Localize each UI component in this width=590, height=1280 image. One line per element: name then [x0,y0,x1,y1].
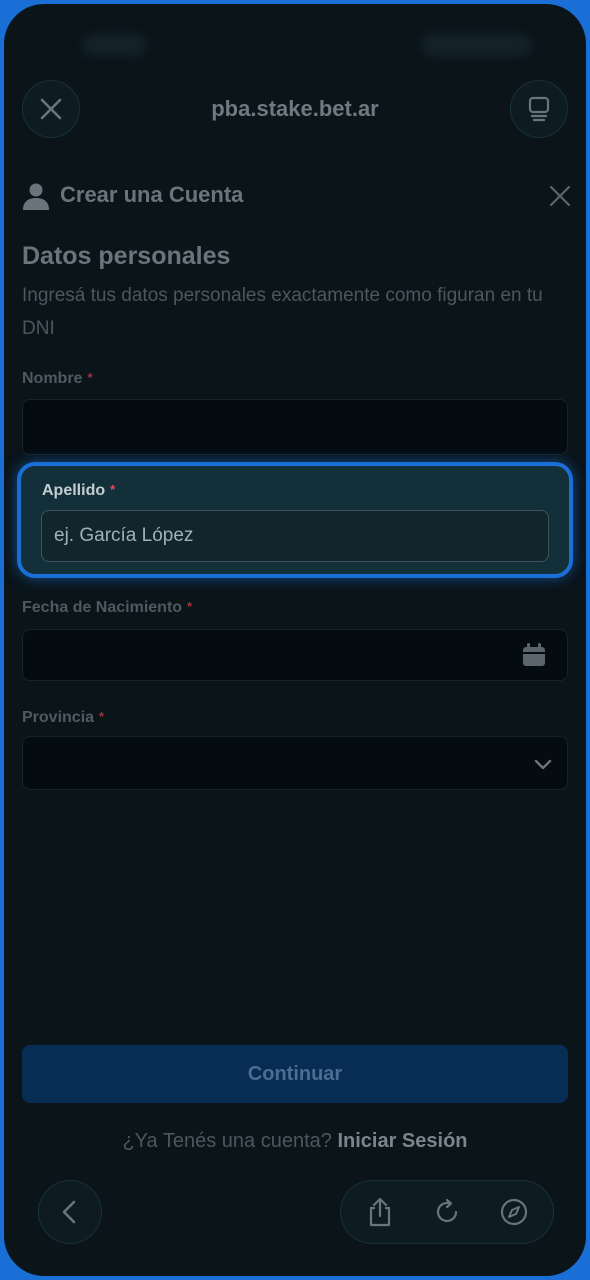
required-mark: * [110,482,116,497]
reload-icon [436,1198,458,1223]
login-link[interactable]: Iniciar Sesión [337,1130,467,1152]
close-icon [549,185,571,207]
section-description: Ingresá tus datos personales exactamente… [22,285,543,339]
required-mark: * [99,709,105,724]
section-title: Datos personales [22,242,231,270]
nombre-input[interactable] [22,399,568,455]
browser-tabs-button[interactable] [510,80,568,138]
status-icons-blur [422,34,532,56]
continue-button[interactable]: Continuar [22,1045,568,1103]
required-mark: * [187,599,193,614]
share-button[interactable] [360,1192,400,1232]
login-prompt: ¿Ya Tenés una cuenta? [122,1130,332,1152]
provincia-label: Provincia * [22,709,104,727]
compass-icon [500,1198,527,1226]
chevron-left-icon [62,1200,76,1224]
fecha-label: Fecha de Nacimiento * [22,599,192,617]
provincia-select[interactable] [22,736,568,790]
reload-button[interactable] [427,1192,467,1232]
required-mark: * [87,370,93,385]
calendar-icon[interactable] [521,642,547,668]
fecha-input[interactable] [22,629,568,681]
sheet-title: Crear una Cuenta [60,182,244,207]
apellido-placeholder: ej. García López [54,525,194,546]
status-time-blur [82,34,146,56]
compass-button[interactable] [494,1192,534,1232]
phone-screen: pba.stake.bet.ar Crear una Cuenta Datos … [4,4,586,1276]
fecha-label-text: Fecha de Nacimiento [22,599,183,616]
login-prompt-line: ¿Ya Tenés una cuenta? Iniciar Sesión [4,1130,586,1153]
back-button[interactable] [38,1180,102,1244]
apellido-label: Apellido * [42,482,115,500]
browser-url[interactable]: pba.stake.bet.ar [4,96,586,122]
nombre-label: Nombre * [22,370,93,388]
sheet-close-button[interactable] [548,184,572,213]
user-icon [23,183,49,210]
apellido-label-text: Apellido [42,482,106,499]
nombre-label-text: Nombre [22,370,83,387]
apellido-field-highlight: Apellido * ej. García López [17,462,573,578]
share-icon [370,1197,391,1227]
apellido-input[interactable]: ej. García López [41,510,549,562]
chevron-down-icon [534,759,552,770]
tabs-icon [528,96,550,122]
sheet-header: Crear una Cuenta [22,180,572,216]
provincia-label-text: Provincia [22,709,95,726]
browser-toolbar-pill [340,1180,554,1244]
